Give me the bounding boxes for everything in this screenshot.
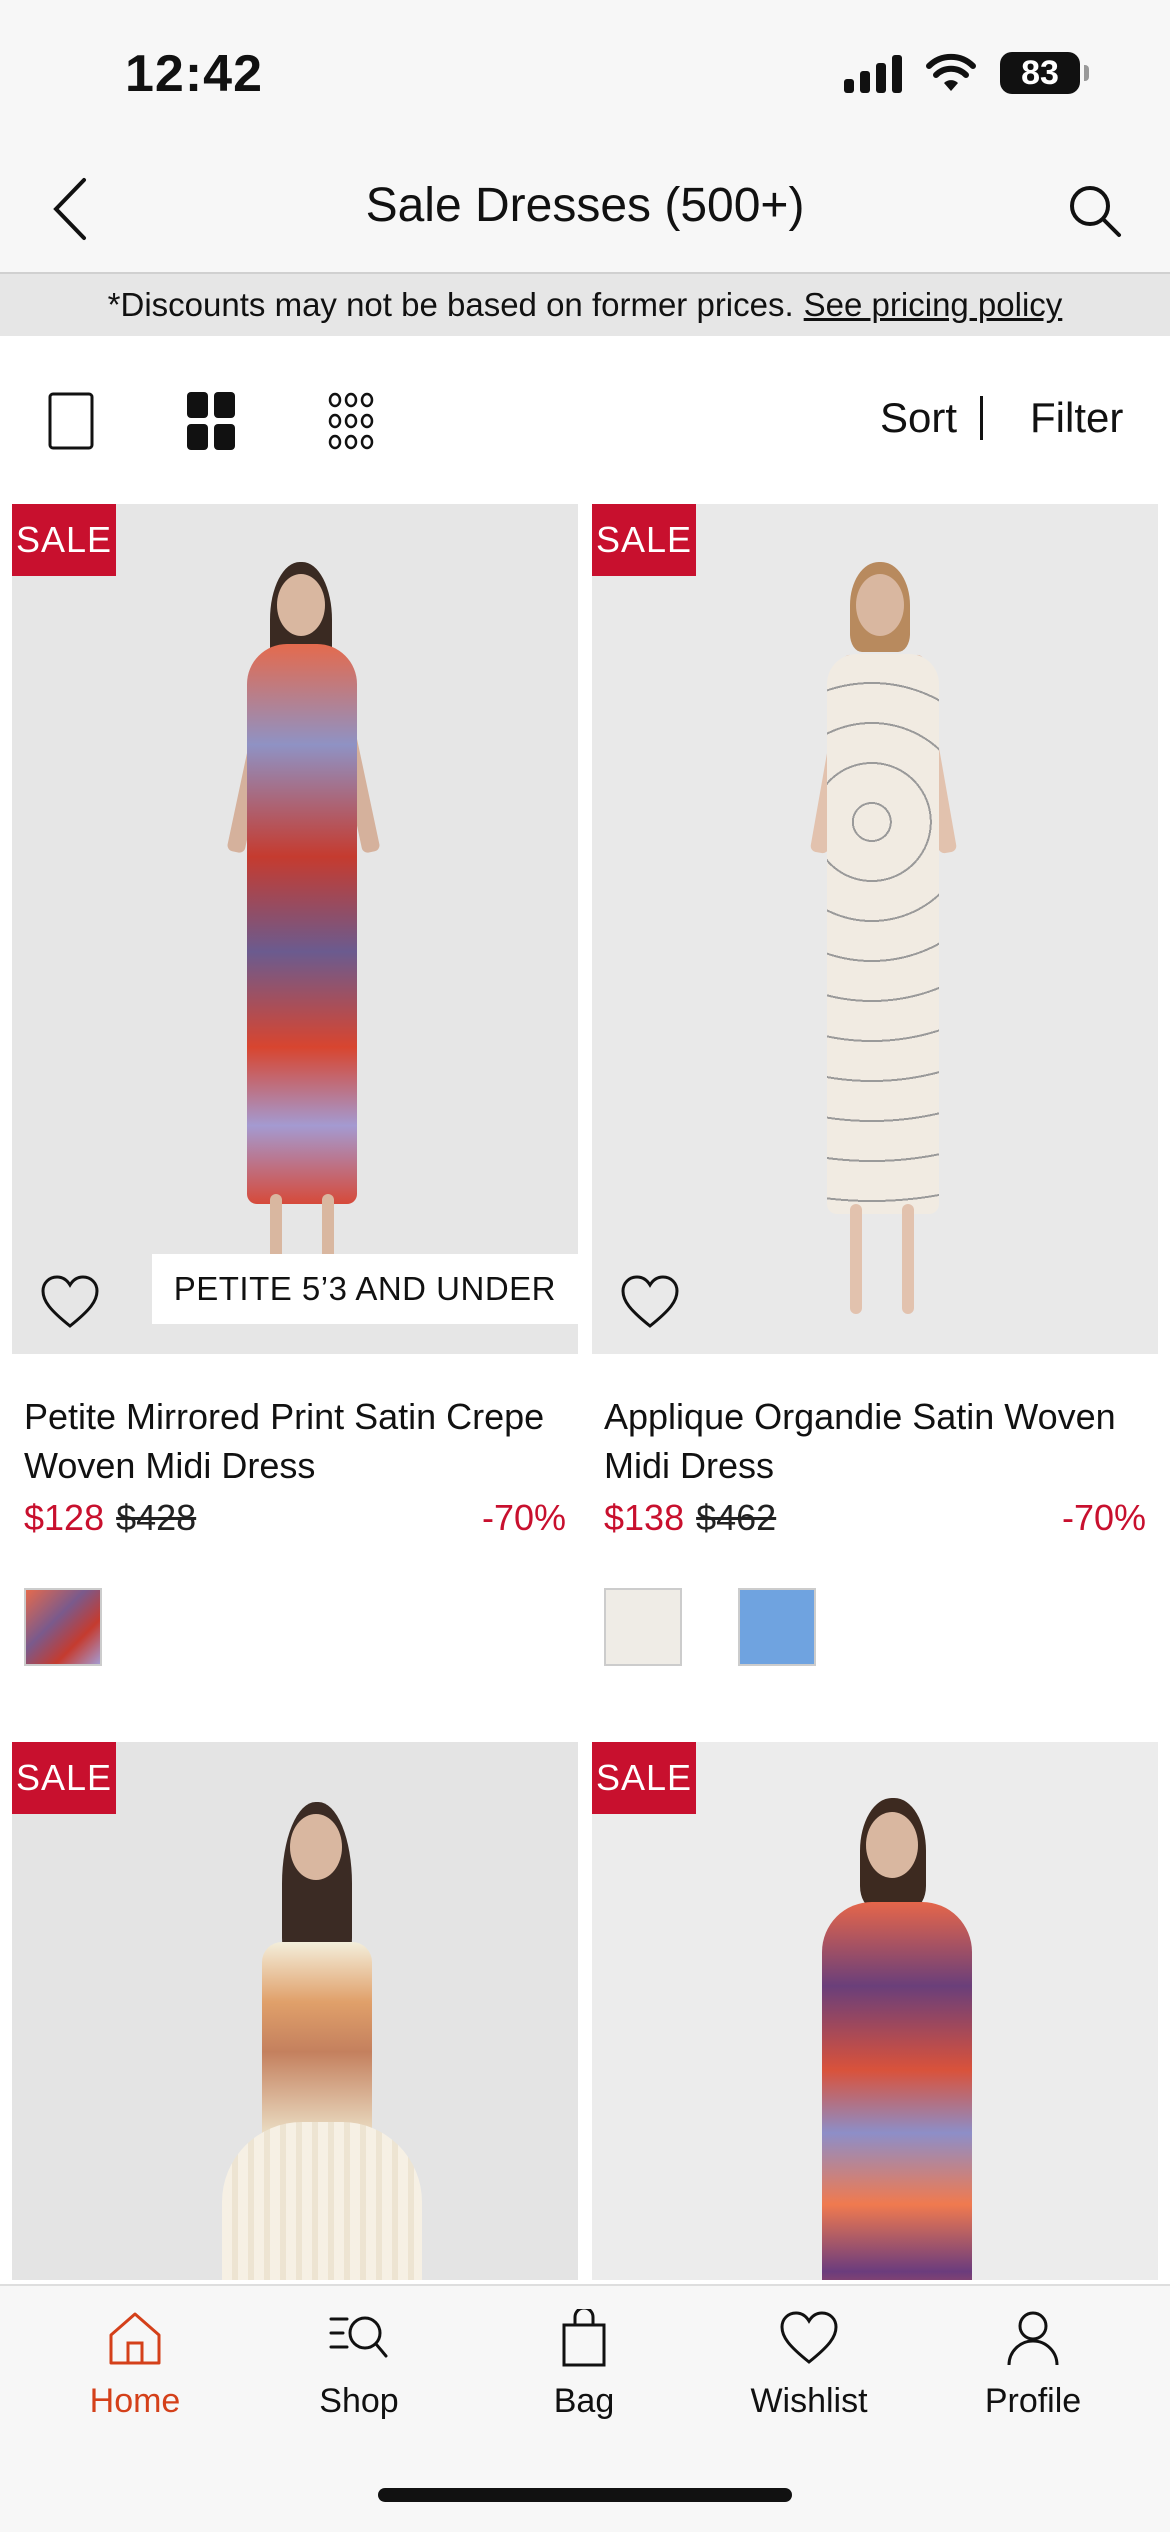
cellular-signal-icon (844, 53, 902, 93)
sale-price: $138 (604, 1497, 685, 1538)
single-column-view-button[interactable] (36, 386, 106, 456)
pricing-disclaimer: *Discounts may not be based on former pr… (0, 272, 1170, 336)
tab-shop[interactable]: Shop (279, 2306, 439, 2421)
filter-button[interactable]: Filter (1030, 394, 1123, 442)
listing-toolbar: Sort Filter (0, 336, 1170, 504)
petite-tag: PETITE 5’3 AND UNDER (151, 1254, 578, 1324)
tab-wishlist[interactable]: Wishlist (729, 2306, 889, 2421)
sale-badge: SALE (12, 1742, 116, 1814)
disclaimer-text: *Discounts may not be based on former pr… (107, 286, 794, 323)
sort-button[interactable]: Sort (880, 394, 957, 442)
model-photo (212, 1792, 432, 2280)
tab-label: Shop (319, 2382, 399, 2420)
product-image[interactable]: SALE (12, 1742, 578, 2280)
tab-label: Bag (553, 2382, 615, 2420)
discount-percent: -70% (1061, 1497, 1146, 1538)
heart-icon[interactable] (40, 1274, 100, 1330)
tab-home[interactable]: Home (55, 2306, 215, 2421)
three-column-view-button[interactable] (316, 386, 386, 456)
product-image[interactable]: SALE PETITE 5’3 AND UNDER (12, 504, 578, 1354)
battery-icon: 83 (1000, 52, 1089, 94)
color-swatches (12, 1588, 578, 1666)
status-bar: 12:42 83 (0, 0, 1170, 150)
color-swatch[interactable] (604, 1588, 682, 1666)
sale-badge: SALE (592, 504, 696, 576)
status-icons: 83 (844, 52, 1089, 94)
nav-header: Sale Dresses (500+) (0, 150, 1170, 272)
toolbar-divider (980, 396, 983, 440)
product-image[interactable]: SALE (592, 1742, 1158, 2280)
original-price: $462 (696, 1497, 777, 1538)
product-card[interactable]: SALE (12, 1742, 578, 2280)
tab-bag[interactable]: Bag (504, 2306, 664, 2421)
heart-icon (780, 2311, 838, 2364)
product-card[interactable]: SALE PETITE 5’3 AND UNDER Petite Mirrore… (12, 504, 578, 1666)
tab-label: Wishlist (750, 2382, 868, 2420)
sale-badge: SALE (592, 1742, 696, 1814)
tab-profile[interactable]: Profile (953, 2306, 1113, 2421)
home-indicator (378, 2488, 792, 2502)
grid-view-icon (187, 392, 235, 450)
single-view-icon (48, 392, 94, 450)
heart-icon[interactable] (620, 1274, 680, 1330)
product-grid: SALE PETITE 5’3 AND UNDER Petite Mirrore… (0, 504, 1170, 2284)
product-name[interactable]: Petite Mirrored Print Satin Crepe Woven … (12, 1392, 578, 1490)
product-card[interactable]: SALE (592, 1742, 1158, 2280)
product-card[interactable]: SALE Applique Organdie Satin Woven Midi … (592, 504, 1158, 1666)
shop-search-icon (329, 2316, 388, 2358)
search-button[interactable] (1060, 176, 1130, 246)
original-price: $428 (116, 1497, 197, 1538)
product-image[interactable]: SALE (592, 504, 1158, 1354)
sale-price: $128 (24, 1497, 105, 1538)
color-swatch[interactable] (24, 1588, 102, 1666)
two-column-view-button[interactable] (176, 386, 246, 456)
model-photo (732, 544, 1022, 1344)
price-row: $128 $428 -70% (12, 1490, 578, 1546)
pricing-policy-link[interactable]: See pricing policy (804, 286, 1063, 323)
tab-label: Home (89, 2382, 181, 2420)
tab-label: Profile (984, 2382, 1082, 2420)
bag-icon (562, 2309, 606, 2367)
profile-icon (1007, 2311, 1059, 2366)
wifi-icon (926, 53, 976, 91)
search-icon (1070, 186, 1121, 237)
color-swatch[interactable] (738, 1588, 816, 1666)
status-time: 12:42 (125, 45, 263, 103)
price-row: $138 $462 -70% (592, 1490, 1158, 1546)
page-title: Sale Dresses (500+) (365, 179, 805, 232)
model-photo (152, 544, 442, 1344)
color-swatches (592, 1588, 1158, 1666)
product-name[interactable]: Applique Organdie Satin Woven Midi Dress (592, 1392, 1158, 1490)
discount-percent: -70% (481, 1497, 566, 1538)
model-photo (782, 1792, 1012, 2280)
home-icon (109, 2312, 161, 2365)
sale-badge: SALE (12, 504, 116, 576)
dense-grid-view-icon (328, 392, 374, 450)
